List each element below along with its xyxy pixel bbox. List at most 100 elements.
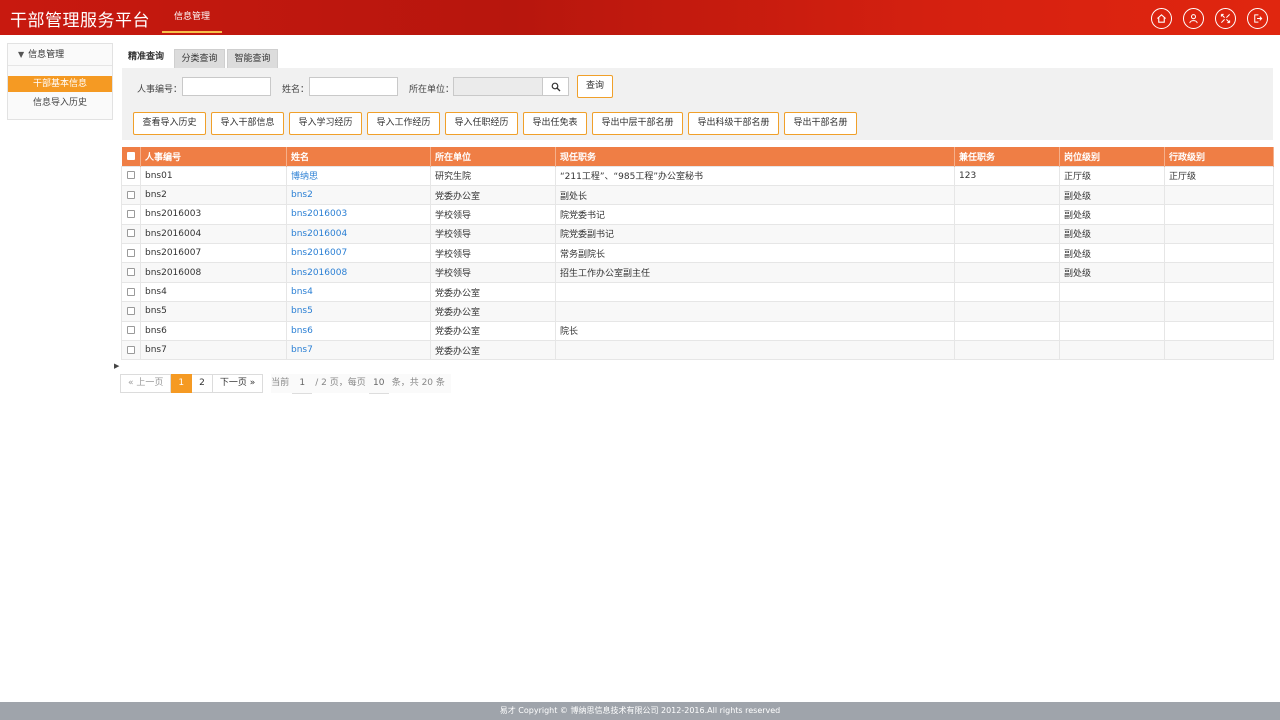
row-select-cell[interactable] [121, 223, 141, 245]
chevron-down-icon: ▼ [18, 50, 25, 59]
row-select-cell[interactable] [121, 243, 141, 264]
row-checkbox[interactable] [127, 306, 135, 315]
import-study-history-button[interactable]: 导入学习经历 [289, 112, 362, 135]
fullscreen-icon[interactable] [1215, 8, 1236, 29]
table-row[interactable]: bns6 bns6 党委办公室 院长 [121, 320, 1274, 342]
col-unit[interactable]: 所在单位 [430, 147, 556, 166]
cadre-name-link[interactable]: bns5 [291, 306, 313, 316]
table-row[interactable]: bns01 博纳思 研究生院 “211工程”、“985工程”办公室秘书 123 … [121, 165, 1274, 186]
export-cadre-roster-button[interactable]: 导出干部名册 [784, 112, 857, 135]
logout-icon[interactable] [1247, 8, 1268, 29]
cell-post-level [1059, 340, 1165, 361]
cadre-name-link[interactable]: bns2016003 [291, 209, 347, 219]
row-checkbox[interactable] [127, 268, 135, 277]
cell-name: bns2016004 [286, 223, 431, 245]
sidebar-group-header[interactable]: ▼ 信息管理 [8, 44, 112, 66]
cadre-name-link[interactable]: bns2016004 [291, 229, 347, 239]
cell-name: bns5 [286, 301, 431, 322]
table-row[interactable]: bns5 bns5 党委办公室 [121, 301, 1274, 322]
col-admin-level[interactable]: 行政级别 [1164, 147, 1274, 166]
row-checkbox[interactable] [127, 345, 135, 354]
row-select-cell[interactable] [121, 281, 141, 303]
cell-name: 博纳思 [286, 165, 431, 186]
cadre-name-link[interactable]: bns2 [291, 190, 313, 200]
table-row[interactable]: bns2016008 bns2016008 学校领导 招生工作办公室副主任 副处… [121, 262, 1274, 283]
export-appointment-form-button[interactable]: 导出任免表 [523, 112, 587, 135]
pager-info-suffix: 条，共 20 条 [391, 378, 445, 388]
pagination: « 上一页 1 2 下一页 » 当前 1 / 2 页，每页 10 条，共 20 … [120, 374, 451, 394]
row-checkbox[interactable] [127, 229, 135, 238]
cell-unit: 党委办公室 [430, 281, 556, 303]
nav-tab-info-management[interactable]: 信息管理 [162, 0, 222, 35]
home-icon[interactable] [1151, 8, 1172, 29]
cell-admin-level [1164, 204, 1274, 225]
col-concurrent-position[interactable]: 兼任职务 [954, 147, 1060, 166]
table-row[interactable]: bns2 bns2 党委办公室 副处长 副处级 [121, 184, 1274, 206]
next-page-button[interactable]: 下一页 » [212, 374, 264, 393]
export-section-cadre-roster-button[interactable]: 导出科级干部名册 [688, 112, 779, 135]
sidebar-item-import-history[interactable]: 信息导入历史 [8, 95, 112, 111]
row-select-cell[interactable] [121, 301, 141, 322]
cell-staff-no: bns2 [140, 184, 287, 206]
tab-category-query[interactable]: 分类查询 [174, 49, 225, 68]
table-row[interactable]: bns7 bns7 党委办公室 [121, 340, 1274, 361]
table-row[interactable]: bns2016004 bns2016004 学校领导 院党委副书记 副处级 [121, 223, 1274, 245]
row-select-cell[interactable] [121, 320, 141, 342]
row-checkbox[interactable] [127, 209, 135, 218]
row-checkbox[interactable] [127, 248, 135, 257]
select-all-cell[interactable] [121, 147, 141, 166]
sidebar-item-cadre-basic-info[interactable]: 干部基本信息 [8, 76, 112, 92]
import-work-history-button[interactable]: 导入工作经历 [367, 112, 440, 135]
col-staff-no[interactable]: 人事编号 [140, 147, 287, 166]
row-checkbox[interactable] [127, 326, 135, 335]
cell-unit: 学校领导 [430, 204, 556, 225]
cell-staff-no: bns2016003 [140, 204, 287, 225]
row-select-cell[interactable] [121, 340, 141, 361]
cadre-name-link[interactable]: 博纳思 [291, 172, 318, 182]
query-button[interactable]: 查询 [577, 75, 613, 98]
row-select-cell[interactable] [121, 262, 141, 283]
page-button-1[interactable]: 1 [171, 374, 193, 393]
cadre-name-link[interactable]: bns2016007 [291, 248, 347, 258]
import-cadre-info-button[interactable]: 导入干部信息 [211, 112, 284, 135]
row-checkbox[interactable] [127, 190, 135, 199]
view-import-history-button[interactable]: 查看导入历史 [133, 112, 206, 135]
tab-smart-query[interactable]: 智能查询 [227, 49, 278, 68]
row-select-cell[interactable] [121, 184, 141, 206]
table-row[interactable]: bns2016007 bns2016007 学校领导 常务副院长 副处级 [121, 243, 1274, 264]
cell-name: bns6 [286, 320, 431, 342]
cadre-name-link[interactable]: bns4 [291, 287, 313, 297]
sidebar-toggle-icon[interactable]: ▶ [114, 362, 119, 370]
page-button-2[interactable]: 2 [192, 374, 213, 393]
cell-current-position [555, 281, 955, 303]
import-appointment-history-button[interactable]: 导入任职经历 [445, 112, 518, 135]
col-current-position[interactable]: 现任职务 [555, 147, 955, 166]
cadre-name-link[interactable]: bns2016008 [291, 268, 347, 278]
cadre-name-link[interactable]: bns6 [291, 326, 313, 336]
table-row[interactable]: bns4 bns4 党委办公室 [121, 281, 1274, 303]
cell-name: bns2016003 [286, 204, 431, 225]
cell-staff-no: bns7 [140, 340, 287, 361]
row-select-cell[interactable] [121, 165, 141, 186]
name-input[interactable] [309, 77, 398, 96]
row-checkbox[interactable] [127, 171, 135, 180]
cell-unit: 党委办公室 [430, 301, 556, 322]
row-checkbox[interactable] [127, 287, 135, 296]
row-select-cell[interactable] [121, 204, 141, 225]
current-page-input[interactable]: 1 [292, 374, 313, 394]
user-icon[interactable] [1183, 8, 1204, 29]
page-size-input[interactable]: 10 [368, 374, 389, 394]
unit-input[interactable] [453, 77, 543, 96]
cell-post-level: 副处级 [1059, 204, 1165, 225]
export-middle-cadre-roster-button[interactable]: 导出中层干部名册 [592, 112, 683, 135]
unit-search-button[interactable] [543, 77, 569, 96]
tab-precise-query[interactable]: 精准查询 [122, 46, 170, 68]
col-post-level[interactable]: 岗位级别 [1059, 147, 1165, 166]
select-all-checkbox[interactable] [126, 151, 135, 160]
staff-no-input[interactable] [182, 77, 271, 96]
table-row[interactable]: bns2016003 bns2016003 学校领导 院党委书记 副处级 [121, 204, 1274, 225]
cell-unit: 学校领导 [430, 262, 556, 283]
prev-page-button[interactable]: « 上一页 [120, 374, 172, 393]
cadre-name-link[interactable]: bns7 [291, 345, 313, 355]
col-name[interactable]: 姓名 [286, 147, 431, 166]
